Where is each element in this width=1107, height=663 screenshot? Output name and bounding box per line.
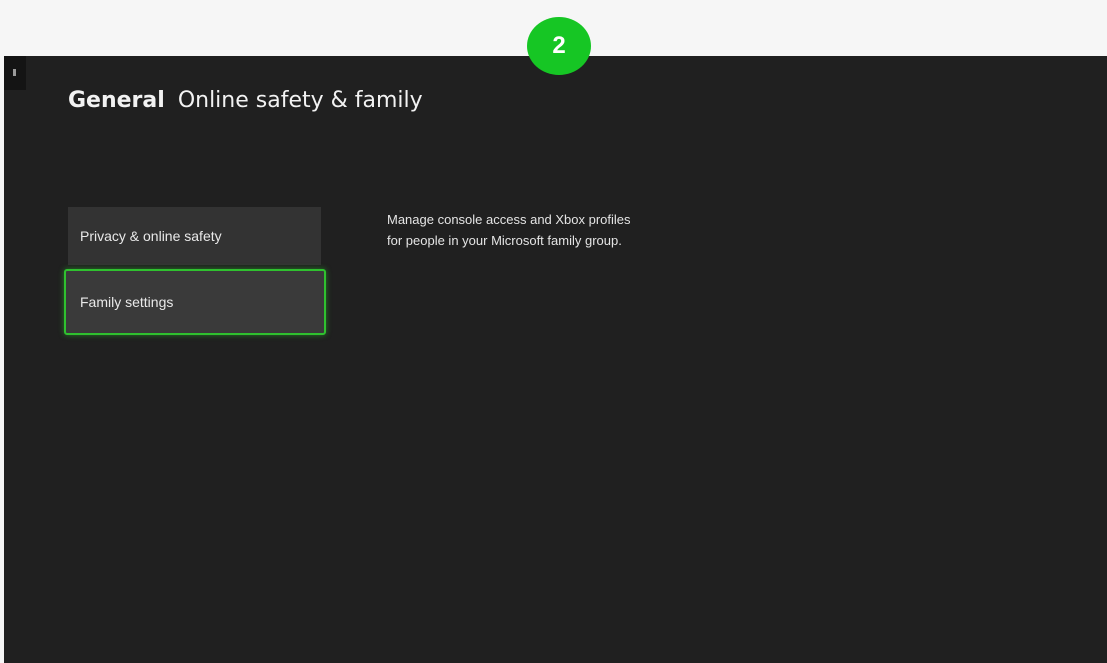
item-description: Manage console access and Xbox profiles …: [387, 212, 631, 248]
menu-item-family-settings[interactable]: Family settings: [64, 269, 326, 335]
header-section-title: General: [68, 88, 165, 113]
page: 2 General Online safety & family Privacy…: [0, 0, 1107, 663]
side-panel-handle[interactable]: [4, 56, 26, 90]
settings-menu: Privacy & online safety Family settings: [64, 207, 326, 335]
header-page-title: Online safety & family: [177, 88, 423, 113]
settings-screen: [4, 56, 1107, 663]
menu-item-privacy-online-safety[interactable]: Privacy & online safety: [68, 207, 321, 265]
step-badge: 2: [527, 17, 591, 75]
page-header: General Online safety & family: [68, 88, 423, 113]
handle-icon: [13, 69, 16, 76]
